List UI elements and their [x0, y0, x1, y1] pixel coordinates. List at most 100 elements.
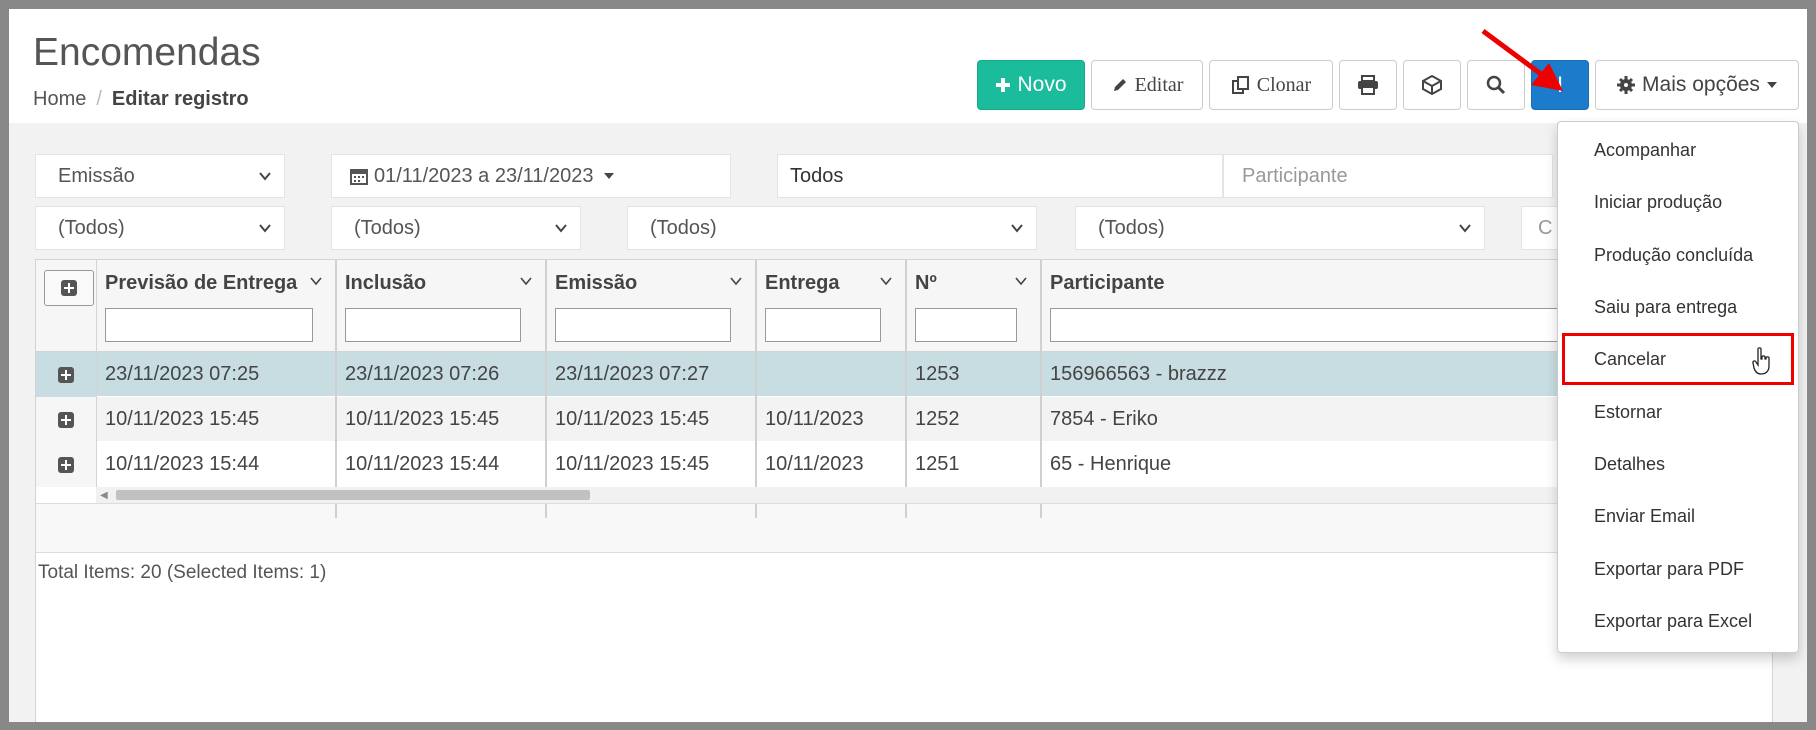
cell-emissao: 10/11/2023 15:45 [547, 442, 757, 487]
app-window: Encomendas Home / Editar registro Novo Edi… [0, 0, 1816, 730]
menu-item-saiu-para-entrega[interactable]: Saiu para entrega [1558, 281, 1798, 333]
menu-item-cancelar-label: Cancelar [1594, 349, 1667, 369]
col-inclusao[interactable]: Inclusão [337, 260, 547, 352]
menu-item-detalhes[interactable]: Detalhes [1558, 438, 1798, 490]
footer-divider [335, 504, 337, 518]
filter-select-3-value: (Todos) [650, 216, 717, 239]
col-emissao-label: Emissão [555, 272, 638, 294]
editar-button[interactable]: Editar [1091, 60, 1203, 110]
date-range-picker[interactable]: 01/11/2023 a 23/11/2023 [331, 154, 731, 198]
menu-item-exportar-pdf[interactable]: Exportar para PDF [1558, 543, 1798, 595]
plus-square-icon [58, 366, 74, 383]
emissao-filter-input[interactable] [555, 308, 731, 342]
menu-item-acompanhar[interactable]: Acompanhar [1558, 124, 1798, 176]
menu-item-iniciar-producao[interactable]: Iniciar produção [1558, 176, 1798, 228]
cell-inclusao: 10/11/2023 15:45 [337, 397, 547, 442]
filter-input-5[interactable]: C [1521, 206, 1561, 250]
footer-divider [905, 504, 907, 518]
col-entrega[interactable]: Entrega [757, 260, 907, 352]
filter-select-1[interactable]: (Todos) [35, 206, 285, 250]
cube-icon [1422, 74, 1442, 96]
cell-inclusao: 23/11/2023 07:26 [337, 352, 547, 397]
calendar-icon [350, 169, 368, 185]
col-numero-label: Nº [915, 272, 937, 294]
cell-emissao: 10/11/2023 15:45 [547, 397, 757, 442]
pencil-icon [1113, 79, 1126, 91]
date-type-value: Emissão [58, 164, 135, 187]
entrega-filter-input[interactable] [765, 308, 881, 342]
orders-grid: Previsão de Entrega Inclusão Emissão Ent… [35, 259, 1776, 722]
col-entrega-label: Entrega [765, 272, 840, 294]
menu-item-estornar[interactable]: Estornar [1558, 386, 1798, 438]
chevron-down-icon[interactable] [729, 274, 743, 288]
cell-entrega [757, 352, 907, 397]
mais-opcoes-button[interactable]: Mais opções [1595, 60, 1799, 110]
mais-opcoes-label: Mais opções [1642, 73, 1760, 96]
table-row[interactable]: 23/11/2023 07:25 23/11/2023 07:26 23/11/… [36, 352, 1774, 397]
chevron-down-icon [259, 224, 271, 233]
plus-icon [996, 78, 1011, 92]
scroll-left-icon[interactable]: ◀ [100, 490, 108, 501]
clonar-button[interactable]: Clonar [1209, 60, 1333, 110]
cube-button[interactable] [1403, 60, 1461, 110]
page-title: Encomendas [33, 31, 261, 74]
breadcrumb-separator: / [96, 88, 102, 110]
chevron-down-icon[interactable] [309, 274, 323, 288]
breadcrumb-home[interactable]: Home [33, 88, 86, 110]
col-previsao-label: Previsão de Entrega [105, 272, 298, 294]
breadcrumb: Home / Editar registro [33, 88, 249, 111]
scrollbar-thumb[interactable] [116, 490, 590, 500]
caret-down-icon [1766, 82, 1777, 88]
filter-select-2-value: (Todos) [354, 216, 421, 239]
footer-divider [1040, 504, 1042, 518]
hand-cursor-icon [1752, 347, 1770, 375]
table-row[interactable]: 10/11/2023 15:44 10/11/2023 15:44 10/11/… [36, 442, 1774, 487]
col-previsao[interactable]: Previsão de Entrega [97, 260, 337, 352]
col-participante-label: Participante [1050, 272, 1165, 294]
expand-row-button[interactable] [36, 352, 97, 397]
mais-opcoes-menu: Acompanhar Iniciar produção Produção con… [1557, 121, 1799, 653]
cell-numero: 1253 [907, 352, 1042, 397]
chevron-down-icon[interactable] [879, 274, 893, 288]
cell-previsao: 10/11/2023 15:45 [97, 397, 337, 442]
cell-emissao: 23/11/2023 07:27 [547, 352, 757, 397]
chevron-down-icon [259, 172, 271, 181]
inclusao-filter-input[interactable] [345, 308, 521, 342]
expand-row-button[interactable] [36, 442, 97, 487]
menu-item-exportar-excel[interactable]: Exportar para Excel [1558, 595, 1798, 647]
footer-divider [545, 504, 547, 518]
previsao-filter-input[interactable] [105, 308, 313, 342]
menu-item-cancelar[interactable]: Cancelar [1562, 333, 1794, 385]
horizontal-scrollbar[interactable]: ◀ [96, 487, 1776, 503]
filter-select-3[interactable]: (Todos) [627, 206, 1037, 250]
chevron-down-icon[interactable] [1014, 274, 1028, 288]
filter-select-1-value: (Todos) [58, 216, 125, 239]
cell-inclusao: 10/11/2023 15:44 [337, 442, 547, 487]
filter-select-4[interactable]: (Todos) [1075, 206, 1485, 250]
filter-select-2[interactable]: (Todos) [331, 206, 581, 250]
numero-filter-input[interactable] [915, 308, 1017, 342]
status-input[interactable]: Todos [777, 154, 1223, 198]
menu-item-enviar-email[interactable]: Enviar Email [1558, 490, 1798, 542]
print-button[interactable] [1339, 60, 1397, 110]
participant-placeholder: Participante [1242, 164, 1348, 187]
table-row[interactable]: 10/11/2023 15:45 10/11/2023 15:45 10/11/… [36, 397, 1774, 442]
cell-numero: 1252 [907, 397, 1042, 442]
novo-button[interactable]: Novo [977, 60, 1085, 110]
gear-icon [1617, 76, 1636, 94]
menu-item-producao-concluida[interactable]: Produção concluída [1558, 229, 1798, 281]
participant-input[interactable]: Participante [1223, 154, 1553, 198]
expand-row-button[interactable] [36, 397, 97, 442]
chevron-down-icon[interactable] [519, 274, 533, 288]
cell-entrega: 10/11/2023 [757, 397, 907, 442]
print-icon [1358, 75, 1378, 95]
date-type-select[interactable]: Emissão [35, 154, 285, 198]
red-arrow-annotation [1481, 28, 1563, 91]
footer-divider [755, 504, 757, 518]
col-numero[interactable]: Nº [907, 260, 1042, 352]
col-emissao[interactable]: Emissão [547, 260, 757, 352]
expand-all-button[interactable] [44, 270, 94, 306]
grid-header: Previsão de Entrega Inclusão Emissão Ent… [36, 260, 1774, 352]
chevron-down-icon [1011, 224, 1023, 233]
caret-down-icon [604, 173, 615, 179]
